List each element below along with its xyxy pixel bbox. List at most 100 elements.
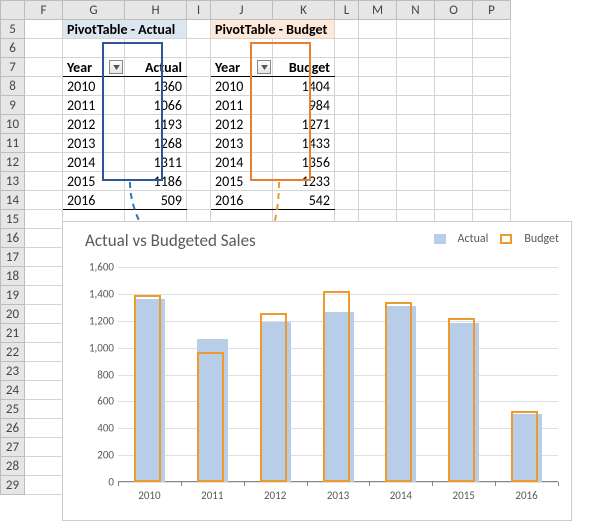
cell-M10[interactable] [359,115,397,134]
bar-budget[interactable] [385,302,412,482]
row-header-13[interactable]: 13 [1,172,25,191]
cell-J6[interactable] [211,39,273,58]
cell-O6[interactable] [435,39,473,58]
cell-K7[interactable]: Budget [273,58,335,77]
cell-L5[interactable] [335,20,359,39]
cell-L13[interactable] [335,172,359,191]
cell-J11[interactable]: 2013 [211,134,273,153]
bar-budget[interactable] [448,318,475,482]
cell-J13[interactable]: 2015 [211,172,273,191]
col-header-M[interactable]: M [359,1,397,20]
row-header-26[interactable]: 26 [1,419,25,438]
cell-K14[interactable]: 542 [273,191,335,210]
row-header-16[interactable]: 16 [1,229,25,248]
cell-K6[interactable] [273,39,335,58]
row-header-21[interactable]: 21 [1,324,25,343]
cell-G6[interactable] [63,39,125,58]
col-header-O[interactable]: O [435,1,473,20]
cell-J7[interactable]: Year [211,58,273,77]
row-header-22[interactable]: 22 [1,343,25,362]
cell-H10[interactable]: 1193 [125,115,187,134]
cell-L14[interactable] [335,191,359,210]
cell-L6[interactable] [335,39,359,58]
cell-F20[interactable] [25,305,63,324]
cell-F11[interactable] [25,134,63,153]
cell-P5[interactable] [473,20,511,39]
cell-O9[interactable] [435,96,473,115]
row-header-10[interactable]: 10 [1,115,25,134]
col-header-F[interactable]: F [25,1,63,20]
col-header-I[interactable]: I [187,1,211,20]
cell-I6[interactable] [187,39,211,58]
cell-K11[interactable]: 1433 [273,134,335,153]
cell-L9[interactable] [335,96,359,115]
cell-L11[interactable] [335,134,359,153]
cell-I12[interactable] [187,153,211,172]
cell-J14[interactable]: 2016 [211,191,273,210]
cell-F6[interactable] [25,39,63,58]
cell-O13[interactable] [435,172,473,191]
cell-I9[interactable] [187,96,211,115]
cell-M13[interactable] [359,172,397,191]
cell-P7[interactable] [473,58,511,77]
row-header-24[interactable]: 24 [1,381,25,400]
cell-P10[interactable] [473,115,511,134]
cell-M6[interactable] [359,39,397,58]
filter-dropdown-icon[interactable] [109,60,123,74]
cell-I5[interactable] [187,20,211,39]
cell-H9[interactable]: 1066 [125,96,187,115]
chart-container[interactable]: Actual vs Budgeted Sales Actual Budget 0… [62,221,572,521]
cell-F25[interactable] [25,400,63,419]
cell-P11[interactable] [473,134,511,153]
cell-I14[interactable] [187,191,211,210]
row-header-15[interactable]: 15 [1,210,25,229]
cell-F13[interactable] [25,172,63,191]
cell-G7[interactable]: Year [63,58,125,77]
cell-F22[interactable] [25,343,63,362]
row-header-8[interactable]: 8 [1,77,25,96]
cell-F14[interactable] [25,191,63,210]
cell-N6[interactable] [397,39,435,58]
cell-N10[interactable] [397,115,435,134]
cell-G12[interactable]: 2014 [63,153,125,172]
cell-F9[interactable] [25,96,63,115]
cell-L10[interactable] [335,115,359,134]
cell-G5[interactable]: PivotTable - Actual [63,20,187,39]
cell-O12[interactable] [435,153,473,172]
cell-F12[interactable] [25,153,63,172]
cell-P13[interactable] [473,172,511,191]
cell-L12[interactable] [335,153,359,172]
row-header-12[interactable]: 12 [1,153,25,172]
row-header-18[interactable]: 18 [1,267,25,286]
cell-H8[interactable]: 1360 [125,77,187,96]
col-header-G[interactable]: G [63,1,125,20]
cell-I10[interactable] [187,115,211,134]
row-header-25[interactable]: 25 [1,400,25,419]
cell-F15[interactable] [25,210,63,229]
row-header-5[interactable]: 5 [1,20,25,39]
col-header-K[interactable]: K [273,1,335,20]
cell-F29[interactable] [25,476,63,495]
cell-N11[interactable] [397,134,435,153]
cell-P14[interactable] [473,191,511,210]
cell-G10[interactable]: 2012 [63,115,125,134]
cell-N12[interactable] [397,153,435,172]
row-header-14[interactable]: 14 [1,191,25,210]
row-header-27[interactable]: 27 [1,438,25,457]
cell-M8[interactable] [359,77,397,96]
cell-F26[interactable] [25,419,63,438]
cell-G8[interactable]: 2010 [63,77,125,96]
row-header-23[interactable]: 23 [1,362,25,381]
row-header-17[interactable]: 17 [1,248,25,267]
cell-L7[interactable] [335,58,359,77]
row-header-7[interactable]: 7 [1,58,25,77]
bar-budget[interactable] [323,291,350,482]
cell-J5[interactable]: PivotTable - Budget [211,20,335,39]
cell-I11[interactable] [187,134,211,153]
cell-F18[interactable] [25,267,63,286]
cell-I13[interactable] [187,172,211,191]
cell-H13[interactable]: 1186 [125,172,187,191]
cell-P12[interactable] [473,153,511,172]
cell-F21[interactable] [25,324,63,343]
cell-G13[interactable]: 2015 [63,172,125,191]
